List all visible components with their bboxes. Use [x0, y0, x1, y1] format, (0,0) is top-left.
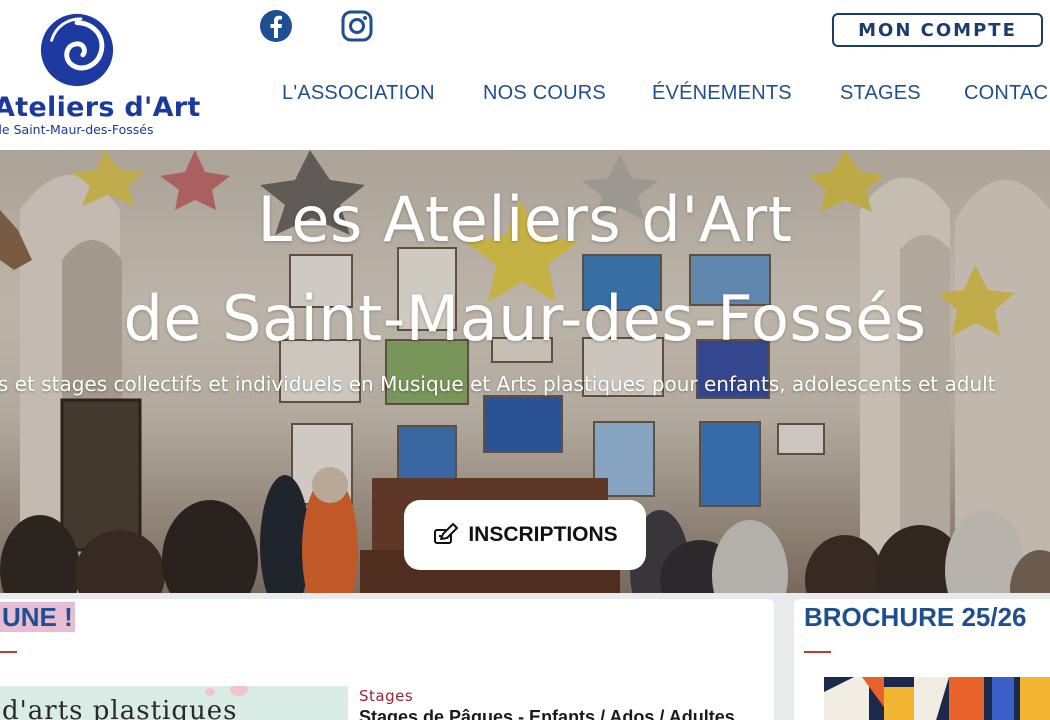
nav-item-contact[interactable]: CONTAC: [964, 82, 1048, 105]
brochure-divider: [804, 651, 831, 653]
logo-subtitle: de Saint-Maur-des-Fossés: [0, 122, 154, 137]
blossom-decoration: [230, 686, 248, 696]
featured-divider: [0, 651, 17, 653]
blossom-decoration: [205, 688, 215, 696]
facebook-icon[interactable]: [259, 9, 293, 43]
registration-label: INSCRIPTIONS: [468, 523, 618, 546]
featured-thumbnail[interactable]: d'arts plastiques: [0, 686, 348, 720]
nav-item-courses[interactable]: NOS COURS: [483, 82, 606, 105]
logo-swirl-icon: [40, 13, 114, 87]
item-title[interactable]: Stages de Pâques - Enfants / Ados / Adul…: [359, 707, 735, 720]
site-header: Ateliers d'Art de Saint-Maur-des-Fossés …: [0, 0, 1050, 150]
item-category[interactable]: Stages: [359, 687, 413, 705]
logo-title: Ateliers d'Art: [0, 92, 201, 123]
edit-icon: [434, 523, 459, 544]
nav-item-workshops[interactable]: STAGES: [840, 82, 921, 105]
hero-title-line2: de Saint-Maur-des-Fossés: [123, 282, 927, 355]
brochure-cover-image[interactable]: [824, 677, 1050, 720]
my-account-button[interactable]: MON COMPTE: [832, 13, 1043, 47]
site-logo[interactable]: Ateliers d'Art de Saint-Maur-des-Fossés: [0, 8, 201, 140]
nav-item-events[interactable]: ÉVÉNEMENTS: [652, 82, 792, 105]
nav-item-association[interactable]: L'ASSOCIATION: [282, 82, 435, 105]
hero-banner: Les Ateliers d'Art de Saint-Maur-des-Fos…: [0, 150, 1050, 593]
registration-button[interactable]: INSCRIPTIONS: [404, 500, 646, 570]
featured-heading: UNE !: [0, 602, 75, 632]
hero-title-line1: Les Ateliers d'Art: [257, 183, 793, 256]
instagram-icon[interactable]: [340, 9, 374, 43]
thumbnail-text: d'arts plastiques: [2, 696, 238, 720]
brochure-heading: BROCHURE 25/26: [804, 602, 1027, 632]
hero-subtitle: urs et stages collectifs et individuels …: [0, 372, 996, 396]
